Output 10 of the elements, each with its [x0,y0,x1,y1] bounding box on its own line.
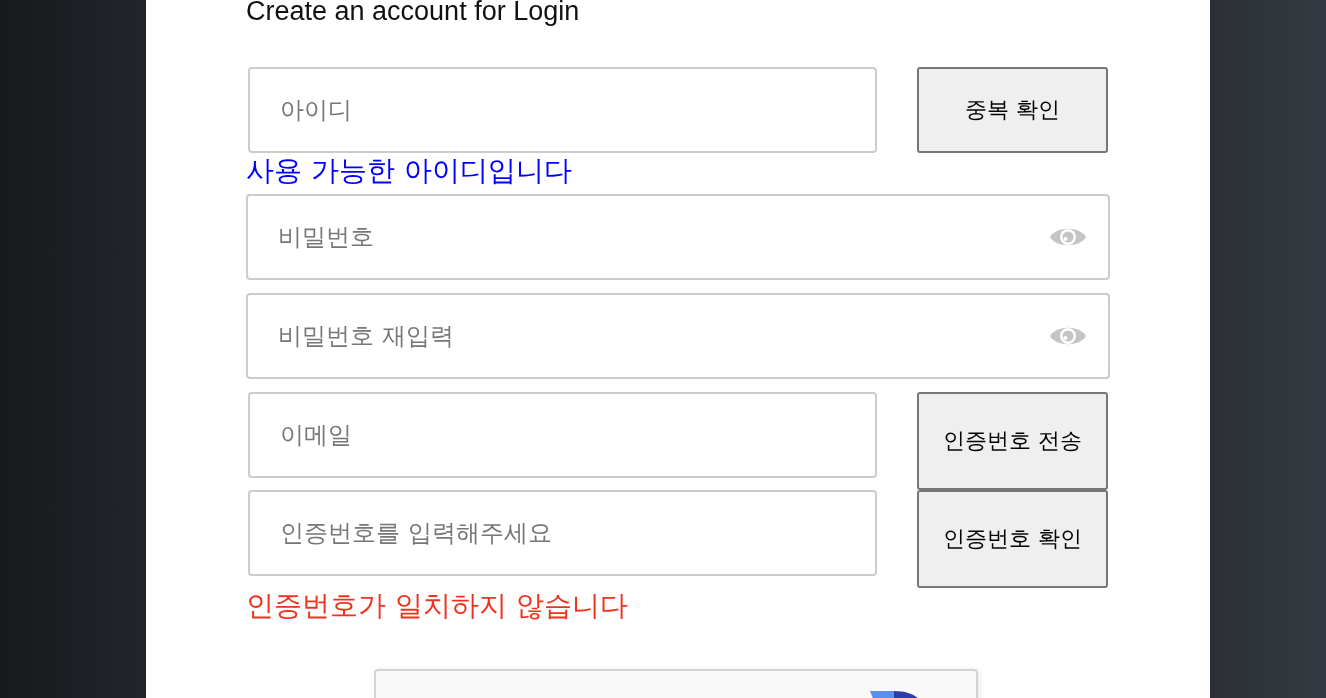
action-button[interactable]: 인증번호 확인 [917,490,1108,588]
action-button[interactable]: 인증번호 전송 [917,392,1108,490]
action-button[interactable]: 중복 확인 [917,67,1108,153]
input-field[interactable]: 아이디 [248,67,877,153]
status-message: 인증번호가 일치하지 않습니다 [246,588,629,624]
input-field[interactable]: 이메일 [248,392,877,478]
input-field[interactable]: 인증번호를 입력해주세요 [248,490,877,576]
password-field[interactable]: 비밀번호 [246,194,1110,280]
status-message: 사용 가능한 아이디입니다 [246,153,573,189]
password-field[interactable]: 비밀번호 재입력 [246,293,1110,379]
